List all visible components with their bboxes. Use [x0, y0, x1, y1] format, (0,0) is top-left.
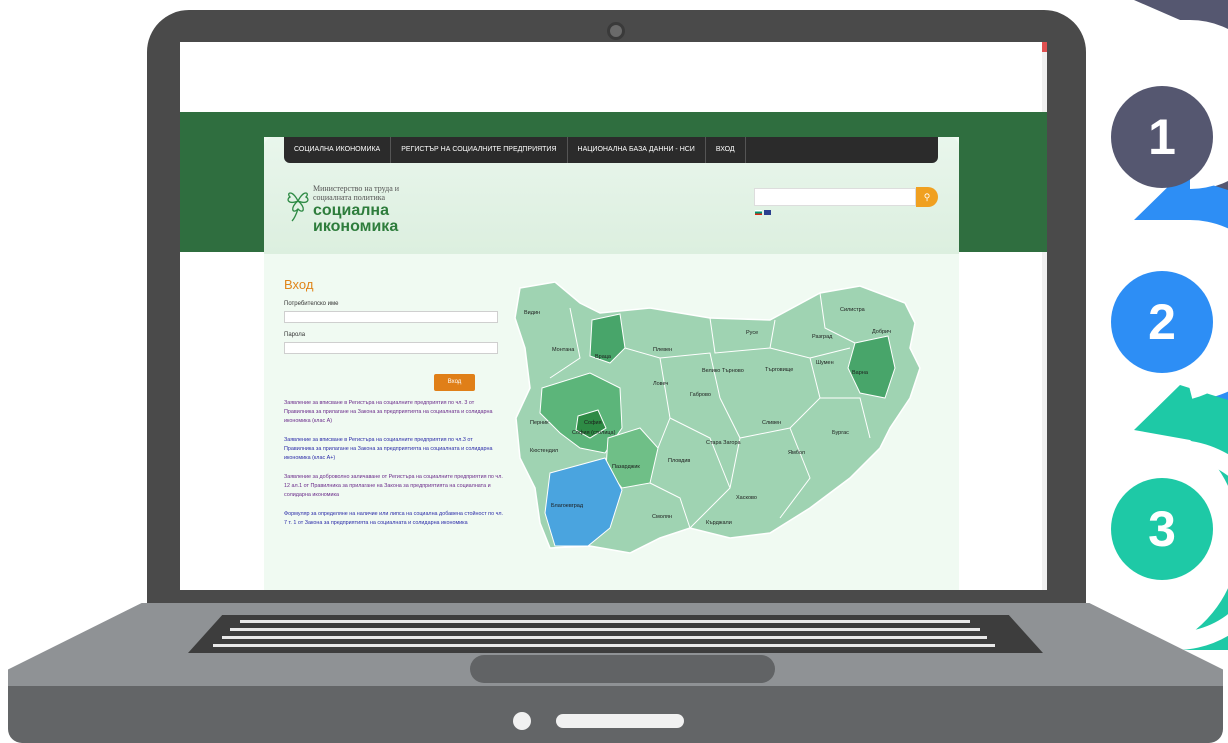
site-title-line1: социална: [313, 202, 389, 219]
document-links: Заявление за вписване в Регистъра на соц…: [284, 399, 504, 538]
map-label: Ямбол: [788, 450, 805, 456]
map-label: Кюстендил: [530, 448, 558, 454]
nav-item-national-database[interactable]: НАЦИОНАЛНА БАЗА ДАННИ - НСИ: [568, 137, 706, 163]
map-label: Разград: [812, 334, 833, 340]
map-label: Хасково: [736, 495, 757, 501]
ministry-name: Министерство на труда и социалната полит…: [313, 184, 400, 202]
step-3-badge: 3: [1111, 478, 1213, 580]
step-2-badge: 2: [1111, 271, 1213, 373]
nav-item-login[interactable]: ВХОД: [706, 137, 746, 163]
search-input[interactable]: [754, 188, 916, 206]
keyboard-row: [222, 636, 987, 639]
step-1-badge: 1: [1111, 86, 1213, 188]
map-label: Пазарджик: [612, 464, 640, 470]
site-title-line2: икономика: [313, 218, 399, 235]
map-label: София (столица): [572, 430, 616, 436]
map-label: Перник: [530, 420, 549, 426]
document-link[interactable]: Заявление за вписване в Регистъра на соц…: [284, 399, 504, 426]
clover-logo-icon[interactable]: [284, 183, 312, 223]
english-flag-icon[interactable]: [764, 210, 771, 215]
window-close-icon[interactable]: [1042, 42, 1047, 52]
map-label: Бургас: [832, 430, 849, 436]
keyboard-row: [240, 620, 970, 623]
site-title: социална икономика: [313, 203, 398, 235]
map-label: Русе: [746, 330, 758, 336]
keyboard-row: [230, 628, 980, 631]
main-nav: СОЦИАЛНА ИКОНОМИКА РЕГИСТЪР НА СОЦИАЛНИТ…: [284, 137, 938, 163]
map-label: Пловдив: [668, 458, 690, 464]
login-button[interactable]: Вход: [434, 374, 475, 391]
login-form: Вход Потребителско име Парола: [284, 277, 499, 354]
map-label: Смолян: [652, 514, 672, 520]
status-bar-indicator: [556, 714, 684, 728]
keyboard-row: [213, 644, 995, 647]
map-label: Варна: [852, 370, 869, 376]
nav-item-registry[interactable]: РЕГИСТЪР НА СОЦИАЛНИТЕ ПРЕДПРИЯТИЯ: [391, 137, 568, 163]
search-icon: ⚲: [923, 192, 931, 202]
map-label: София: [584, 420, 602, 426]
site-header: СОЦИАЛНА ИКОНОМИКА РЕГИСТЪР НА СОЦИАЛНИТ…: [264, 137, 959, 254]
search-button[interactable]: ⚲: [916, 187, 938, 207]
bulgaria-region-map: Видин Монтана Враца Плевен Русе Силистра…: [514, 281, 921, 554]
website-container: СОЦИАЛНА ИКОНОМИКА РЕГИСТЪР НА СОЦИАЛНИТ…: [264, 137, 959, 590]
nav-item-social-economy[interactable]: СОЦИАЛНА ИКОНОМИКА: [284, 137, 392, 163]
map-label: Стара Загора: [706, 440, 742, 446]
power-led-icon: [513, 712, 531, 730]
login-title: Вход: [284, 277, 314, 292]
document-link[interactable]: Заявление за доброволно заличаване от Ре…: [284, 473, 504, 500]
map-label: Монтана: [552, 347, 575, 353]
document-link[interactable]: Заявление за вписване в Регистъра на соц…: [284, 436, 504, 463]
laptop-screen: СОЦИАЛНА ИКОНОМИКА РЕГИСТЪР НА СОЦИАЛНИТ…: [180, 42, 1047, 590]
map-label: Шумен: [816, 360, 834, 366]
map-label: Кърджали: [706, 520, 732, 526]
bulgarian-flag-icon[interactable]: [755, 210, 762, 215]
language-switcher: [755, 210, 773, 216]
map-label: Велико Търново: [702, 368, 744, 374]
webcam-icon: [607, 22, 625, 40]
map-label: Благоевград: [551, 503, 584, 509]
map-label: Ловеч: [653, 381, 668, 387]
username-field[interactable]: [284, 311, 498, 323]
touchpad: [470, 655, 775, 683]
map-label: Търговище: [765, 367, 793, 373]
map-label: Силистра: [840, 307, 866, 313]
map-label: Добрич: [872, 329, 891, 335]
password-field[interactable]: [284, 342, 498, 354]
map-label: Сливен: [762, 420, 781, 426]
map-label: Плевен: [653, 347, 672, 353]
map-label: Габрово: [690, 392, 711, 398]
password-label: Парола: [284, 332, 306, 338]
map-label: Враца: [595, 354, 612, 360]
map-label: Видин: [524, 310, 540, 316]
username-label: Потребителско име: [284, 301, 339, 307]
document-link[interactable]: Формуляр за определяне на наличие или ли…: [284, 510, 504, 528]
